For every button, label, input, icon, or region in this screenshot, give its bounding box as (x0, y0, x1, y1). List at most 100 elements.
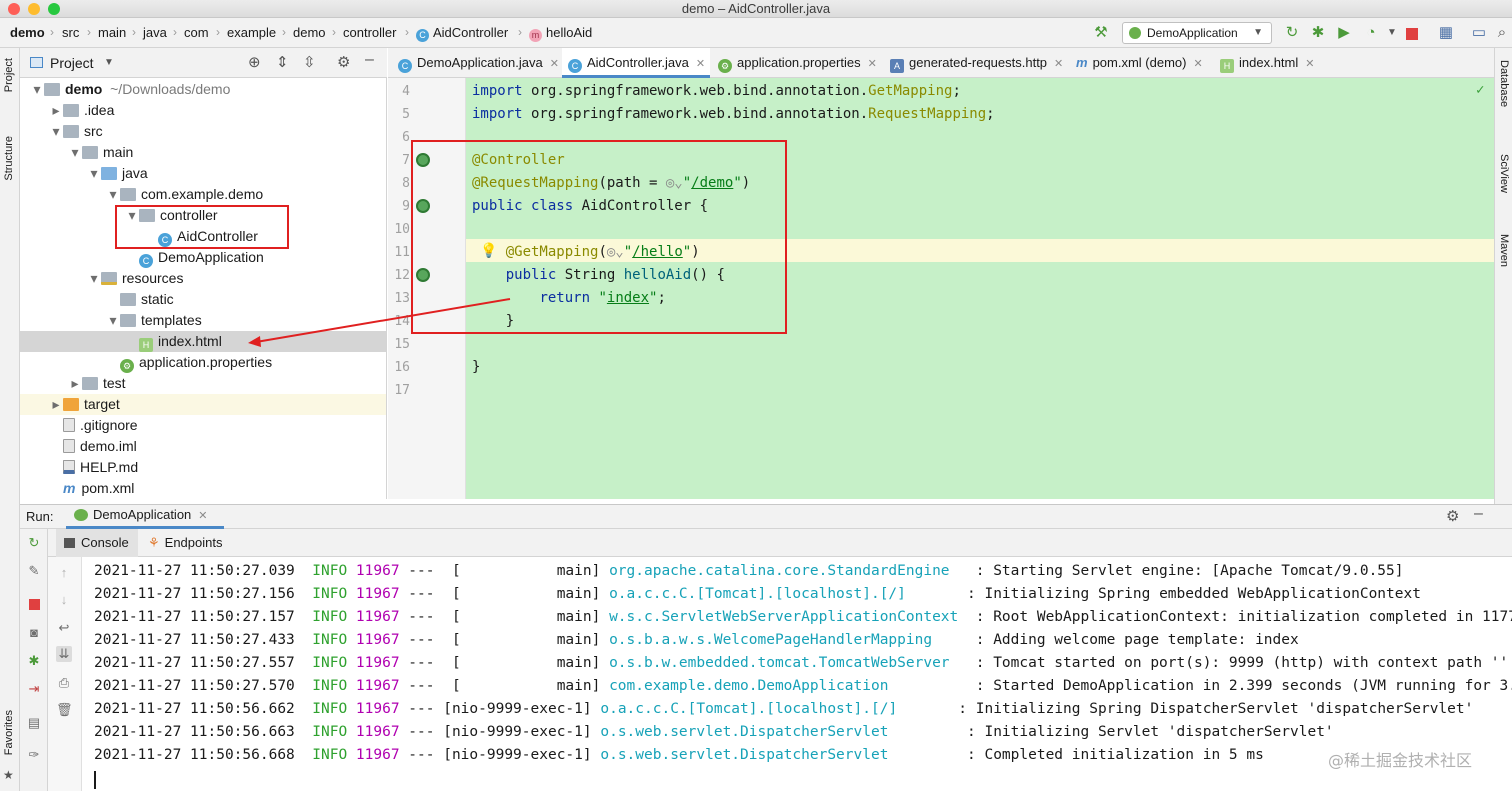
run-config-select[interactable]: DemoApplication ▼ (1122, 22, 1272, 44)
tab-application-properties[interactable]: ⚙ application.properties ✕ (712, 48, 880, 78)
close-icon[interactable]: ✕ (1054, 58, 1063, 70)
tree-item[interactable]: ▾ src (20, 121, 386, 142)
stop-icon[interactable] (1406, 28, 1418, 40)
sciview-tool-tab[interactable]: SciView (1498, 154, 1510, 193)
database-tool-tab[interactable]: Database (1498, 60, 1510, 107)
locate-file-icon[interactable]: ⊕ (248, 53, 261, 71)
project-tool-tab[interactable]: Project (3, 58, 15, 92)
close-icon[interactable]: ✕ (198, 510, 207, 522)
chevron-right-icon[interactable]: ▸ (49, 100, 63, 121)
breadcrumb-helloaid[interactable]: m helloAid (529, 25, 592, 42)
chevron-down-icon[interactable]: ▾ (106, 184, 120, 205)
close-icon[interactable]: ✕ (868, 58, 877, 70)
favorites-tool-tab[interactable]: Favorites (3, 710, 15, 755)
chevron-down-icon[interactable]: ▼ (1383, 24, 1401, 42)
chevron-right-icon: › (332, 25, 336, 39)
breadcrumb-demo[interactable]: demo (10, 25, 45, 40)
breadcrumb-aidcontroller[interactable]: C AidController (416, 25, 508, 42)
print-icon[interactable]: ⎙ (56, 675, 72, 691)
close-icon[interactable]: ✕ (1193, 58, 1202, 70)
rerun-icon[interactable]: ↻ (26, 535, 42, 551)
tree-item[interactable]: ▾ java (20, 163, 386, 184)
profile-icon[interactable]: ◔ (1362, 24, 1380, 42)
debug-icon[interactable]: ✱ (26, 653, 42, 669)
tree-item[interactable]: ▾ templates (20, 310, 386, 331)
exit-icon[interactable]: ⇥ (26, 681, 42, 697)
minimize-window-button[interactable] (28, 3, 40, 15)
structure-tool-tab[interactable]: Structure (3, 136, 15, 181)
tree-item[interactable]: ▸ target (20, 394, 386, 415)
breadcrumb-controller[interactable]: controller (343, 25, 396, 40)
build-hammer-icon[interactable]: ⚒ (1092, 24, 1110, 42)
tree-item[interactable]: C DemoApplication (20, 247, 386, 268)
layout-icon[interactable]: ▤ (26, 715, 42, 731)
close-icon[interactable]: ✕ (550, 58, 559, 70)
breadcrumb-src[interactable]: src (62, 25, 79, 40)
line-number: 6 (402, 130, 410, 145)
run-tab-demoapplication[interactable]: DemoApplication ✕ (66, 505, 224, 529)
tree-item[interactable]: m pom.xml (20, 478, 386, 499)
chevron-down-icon[interactable]: ▾ (30, 79, 44, 100)
debug-bug-icon[interactable]: ✱ (1309, 24, 1327, 42)
tree-item[interactable]: ⚙ application.properties (20, 352, 386, 373)
tab-pom-xml[interactable]: m pom.xml (demo) ✕ (1070, 48, 1208, 78)
project-structure-icon[interactable]: ▦ (1437, 24, 1455, 42)
expand-all-icon[interactable]: ⇕ (276, 53, 289, 71)
terminal-icon[interactable]: ▭ (1470, 24, 1488, 42)
tree-item[interactable]: ▾ demo ~/Downloads/demo (20, 79, 386, 100)
wrench-icon[interactable]: ✎ (26, 563, 42, 579)
maximize-window-button[interactable] (48, 3, 60, 15)
gear-icon[interactable]: ⚙ (1446, 507, 1459, 525)
hide-panel-icon[interactable]: – (365, 51, 374, 69)
rerun-icon[interactable]: ↻ (1283, 24, 1301, 42)
stop-icon[interactable] (29, 599, 40, 610)
chevron-down-icon[interactable]: ▼ (104, 57, 114, 68)
tree-item[interactable]: ▾ resources (20, 268, 386, 289)
tree-item[interactable]: ▸ .idea (20, 100, 386, 121)
close-icon[interactable]: ✕ (1305, 58, 1314, 70)
tab-endpoints[interactable]: ⚘ Endpoints (148, 529, 248, 557)
arrow-up-icon[interactable]: ↑ (56, 565, 72, 581)
tree-item[interactable]: HELP.md (20, 457, 386, 478)
close-window-button[interactable] (8, 3, 20, 15)
tree-item[interactable]: Hindex.html (20, 331, 386, 352)
console-output[interactable]: @稀土掘金技术社区 2021-11-27 11:50:27.039 INFO 1… (82, 557, 1512, 791)
tree-item[interactable]: demo.iml (20, 436, 386, 457)
hide-panel-icon[interactable]: – (1474, 505, 1483, 523)
scroll-to-end-icon[interactable]: ⇊ (56, 646, 72, 662)
breadcrumb-java[interactable]: java (143, 25, 167, 40)
tree-item[interactable]: ▾ com.example.demo (20, 184, 386, 205)
chevron-down-icon[interactable]: ▾ (106, 310, 120, 331)
tab-console[interactable]: Console (56, 529, 138, 557)
chevron-right-icon[interactable]: ▸ (68, 373, 82, 394)
chevron-down-icon[interactable]: ▾ (68, 142, 82, 163)
arrow-down-icon[interactable]: ↓ (56, 592, 72, 608)
chevron-down-icon[interactable]: ▾ (87, 268, 101, 289)
trash-icon[interactable]: 🗑 (56, 702, 73, 718)
tree-item[interactable]: ▾ main (20, 142, 386, 163)
chevron-down-icon[interactable]: ▾ (49, 121, 63, 142)
chevron-down-icon[interactable]: ▾ (87, 163, 101, 184)
tree-item[interactable]: ▸ test (20, 373, 386, 394)
breadcrumb-main[interactable]: main (98, 25, 126, 40)
tab-index-html[interactable]: Hindex.html ✕ (1214, 48, 1324, 78)
gear-icon[interactable]: ⚙ (337, 53, 350, 71)
run-coverage-icon[interactable]: ▶ (1335, 24, 1353, 42)
tree-item[interactable]: .gitignore (20, 415, 386, 436)
project-panel-title[interactable]: Project (50, 55, 94, 71)
tab-aidcontroller[interactable]: C AidController.java ✕ (562, 48, 710, 78)
breadcrumb-demo-pkg[interactable]: demo (293, 25, 326, 40)
soft-wrap-icon[interactable]: ↩ (56, 620, 72, 636)
pin-icon[interactable]: ✑ (26, 747, 42, 763)
maven-tool-tab[interactable]: Maven (1498, 234, 1510, 267)
collapse-all-icon[interactable]: ⇳ (303, 53, 316, 71)
camera-icon[interactable]: ◙ (26, 625, 42, 641)
breadcrumb-example[interactable]: example (227, 25, 276, 40)
breadcrumb-com[interactable]: com (184, 25, 209, 40)
close-icon[interactable]: ✕ (696, 58, 705, 70)
chevron-right-icon[interactable]: ▸ (49, 394, 63, 415)
tree-item[interactable]: static (20, 289, 386, 310)
tab-generated-requests[interactable]: Agenerated-requests.http ✕ (884, 48, 1063, 78)
tab-demoapplication[interactable]: C DemoApplication.java ✕ (392, 48, 560, 78)
search-icon[interactable]: ⌕ (1493, 24, 1511, 42)
